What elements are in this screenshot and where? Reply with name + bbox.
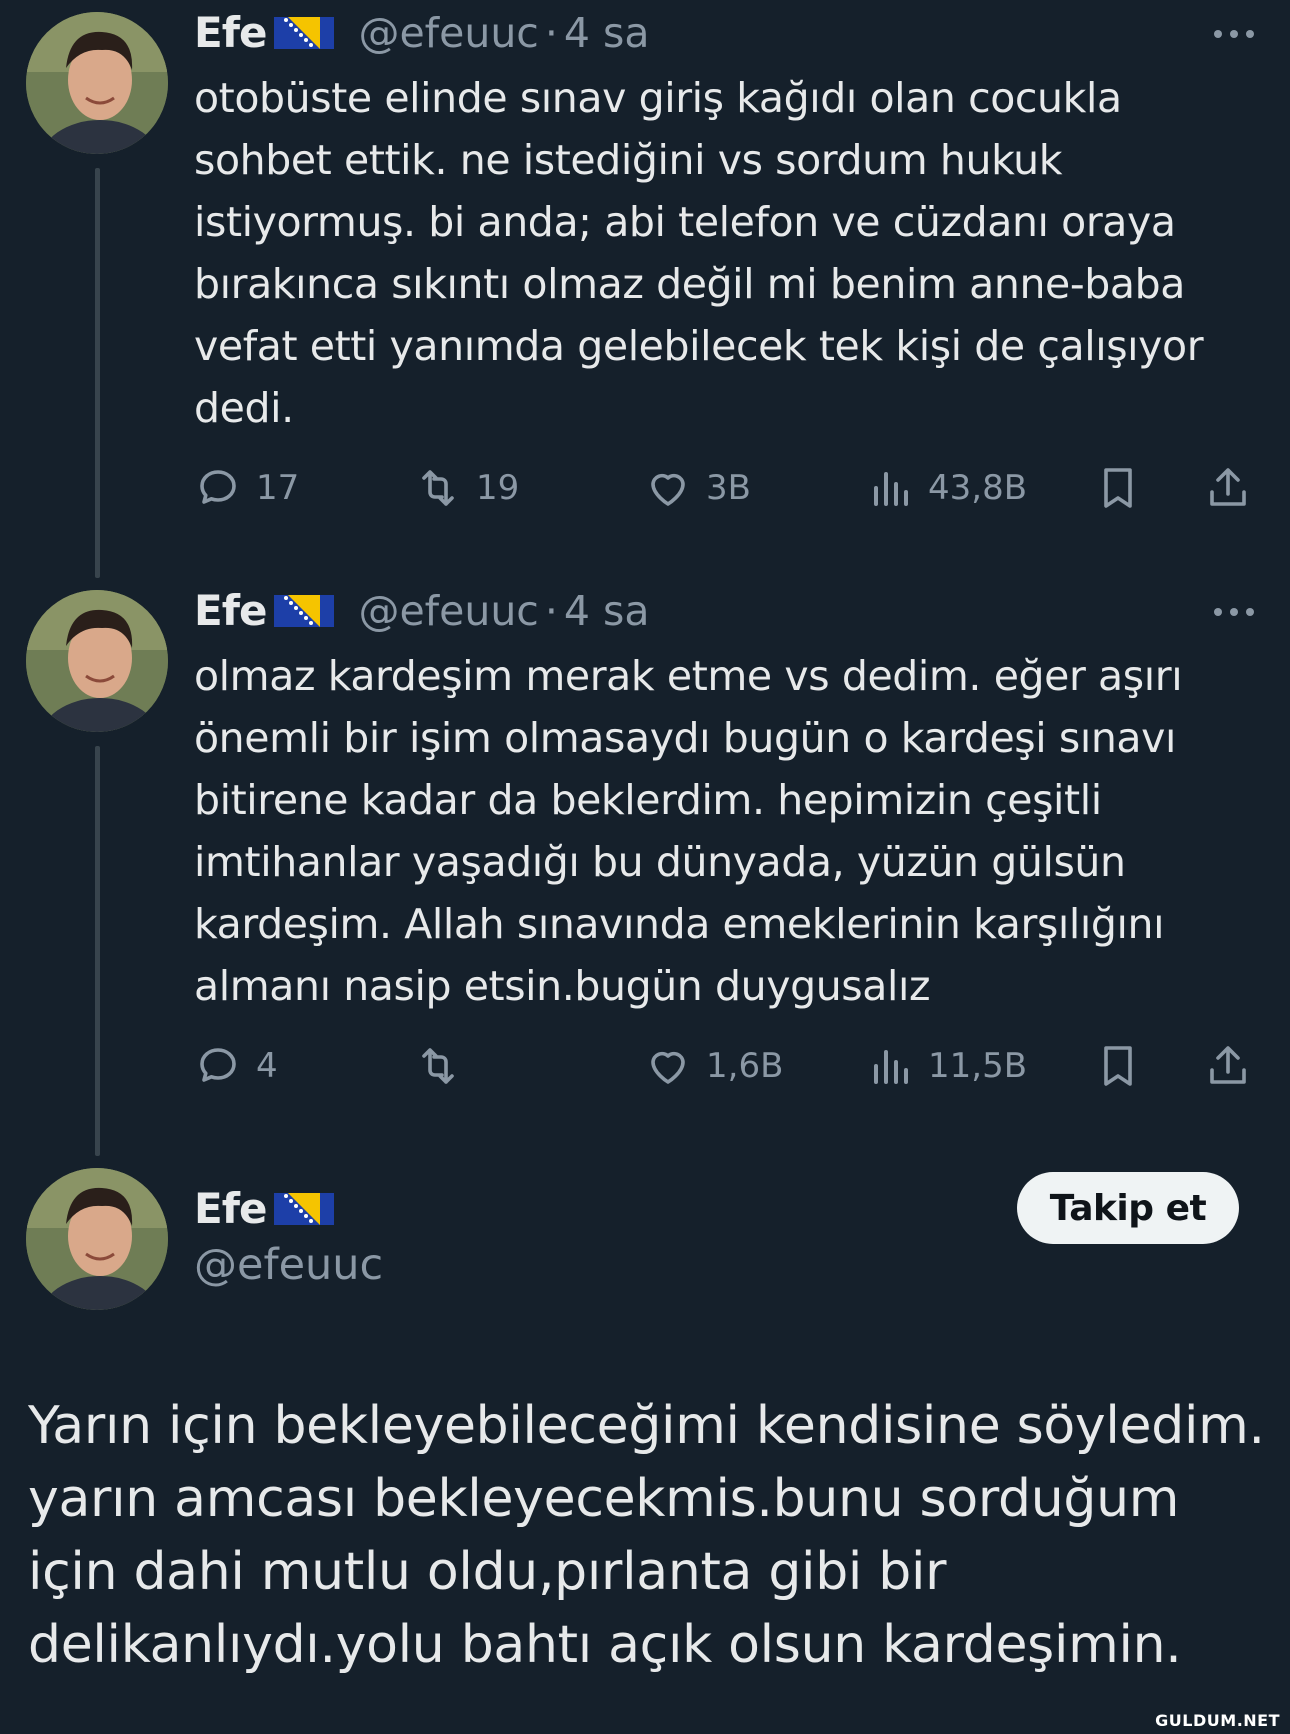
reply-count: 4 (256, 1046, 278, 1086)
bosnia-flag-icon (274, 594, 335, 627)
views-icon (874, 1050, 908, 1084)
retweet-icon (422, 470, 454, 506)
retweet-button[interactable]: 19 (414, 458, 519, 518)
reply-icon (200, 470, 236, 504)
bookmark-icon (1104, 1046, 1132, 1086)
separator: · (544, 586, 558, 635)
bosnia-flag-icon (274, 16, 335, 49)
share-icon (1210, 468, 1246, 506)
tweet-actions: 17 19 3B 43,8B (194, 458, 1264, 518)
reply-icon (200, 1048, 236, 1082)
views-count: 11,5B (928, 1046, 1028, 1086)
watermark: GULDUM.NET (1155, 1711, 1280, 1730)
display-name[interactable]: Efe (194, 8, 267, 57)
handle[interactable]: @efeuuc (194, 1240, 383, 1290)
reply-button[interactable]: 17 (194, 458, 299, 518)
tweet-actions: 4 1,6B 11,5B (194, 1036, 1264, 1096)
avatar[interactable] (26, 12, 168, 154)
display-name[interactable]: Efe (194, 1184, 267, 1233)
follow-button[interactable]: Takip et (1017, 1172, 1239, 1244)
retweet-icon (422, 1048, 454, 1084)
views-icon (874, 472, 908, 506)
retweet-button[interactable] (414, 1036, 476, 1096)
views-button[interactable]: 43,8B (866, 458, 1027, 518)
bookmark-icon (1104, 468, 1132, 508)
share-button[interactable] (1204, 458, 1252, 518)
display-name[interactable]: Efe (194, 586, 267, 635)
separator: · (544, 8, 558, 57)
timestamp[interactable]: 4 sa (564, 9, 650, 57)
more-icon[interactable] (1212, 606, 1256, 618)
avatar[interactable] (26, 1168, 168, 1310)
tweet-text: otobüste elinde sınav giriş kağıdı olan … (194, 74, 1204, 432)
like-button[interactable]: 3B (644, 458, 751, 518)
author-header: Efe (194, 1184, 335, 1233)
more-icon[interactable] (1212, 28, 1256, 40)
bookmark-button[interactable] (1094, 1036, 1142, 1096)
heart-icon (651, 473, 685, 506)
timestamp[interactable]: 4 sa (564, 587, 650, 635)
share-icon (1210, 1046, 1246, 1084)
views-count: 43,8B (928, 468, 1028, 508)
tweet-header: Efe @efeuuc · 4 sa (194, 8, 650, 57)
tweet-header: Efe @efeuuc · 4 sa (194, 586, 650, 635)
tweet-text: Yarın için bekleyebileceğimi kendisine s… (28, 1396, 1265, 1675)
like-button[interactable]: 1,6B (644, 1036, 783, 1096)
reply-button[interactable]: 4 (194, 1036, 278, 1096)
like-count: 1,6B (706, 1046, 784, 1086)
avatar[interactable] (26, 590, 168, 732)
tweet-text: olmaz kardeşim merak etme vs dedim. eğer… (194, 652, 1183, 1010)
reply-count: 17 (256, 468, 300, 508)
retweet-count: 19 (476, 468, 520, 508)
thread-line (95, 746, 100, 1156)
thread-line (95, 168, 100, 578)
bosnia-flag-icon (274, 1192, 335, 1225)
handle[interactable]: @efeuuc (358, 9, 538, 57)
views-button[interactable]: 11,5B (866, 1036, 1027, 1096)
handle[interactable]: @efeuuc (358, 587, 538, 635)
bookmark-button[interactable] (1094, 458, 1142, 518)
like-count: 3B (706, 468, 751, 508)
heart-icon (651, 1051, 685, 1084)
share-button[interactable] (1204, 1036, 1252, 1096)
